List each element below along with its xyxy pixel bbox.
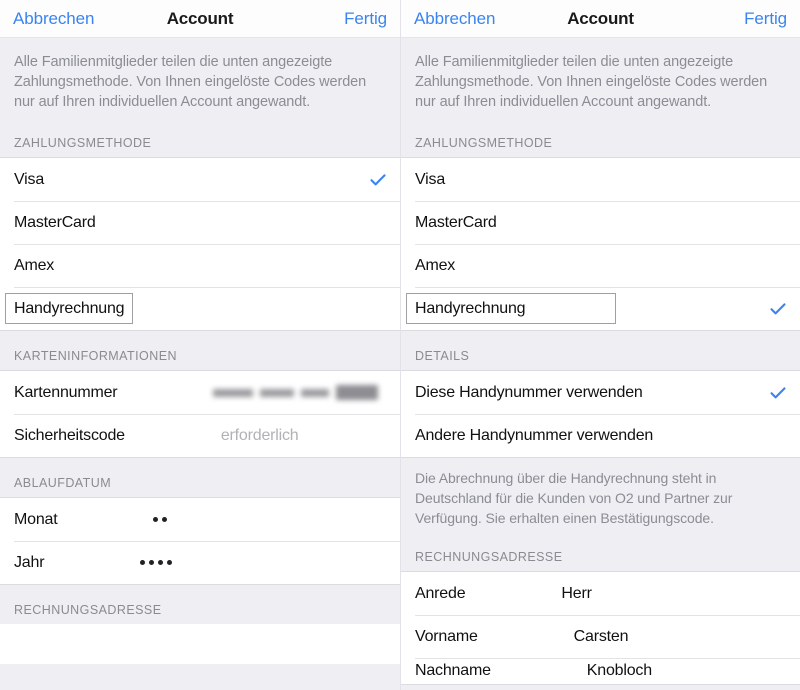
payment-method-list: Visa MasterCard Amex Handyrechnung bbox=[401, 157, 800, 331]
list-item-label: Amex bbox=[14, 257, 54, 275]
section-header-billing-address: RECHNUNGSADRESSE bbox=[0, 585, 400, 624]
row-label: Anrede bbox=[415, 585, 465, 603]
list-item-amex[interactable]: Amex bbox=[0, 244, 400, 287]
section-header-payment-method: ZAHLUNGSMETHODE bbox=[401, 118, 800, 157]
details-footer-note: Die Abrechnung über die Handyrechnung st… bbox=[401, 458, 800, 532]
list-item-visa[interactable]: Visa bbox=[401, 158, 800, 201]
list-item-use-this-number[interactable]: Diese Handynummer verwenden bbox=[401, 371, 800, 414]
payment-method-list: Visa MasterCard Amex Handyrechnung bbox=[0, 157, 400, 331]
card-information-list: Kartennummer Sicherheitscode erforderlic… bbox=[0, 370, 400, 458]
list-item-label: Handyrechnung bbox=[14, 300, 124, 318]
list-item-label: MasterCard bbox=[14, 214, 96, 232]
expiry-month-masked-value bbox=[153, 517, 167, 522]
row-expiry-month[interactable]: Monat bbox=[0, 498, 400, 541]
done-button[interactable]: Fertig bbox=[744, 9, 787, 29]
section-header-details: DETAILS bbox=[401, 331, 800, 370]
row-value: Knobloch bbox=[587, 662, 652, 680]
checkmark-icon bbox=[770, 385, 786, 401]
checkmark-icon bbox=[770, 301, 786, 317]
list-item-handyrechnung[interactable]: Handyrechnung bbox=[401, 287, 800, 330]
list-item-label: Diese Handynummer verwenden bbox=[415, 384, 643, 402]
right-screen: Abbrechen Account Fertig Alle Familienmi… bbox=[400, 0, 800, 690]
row-value: Herr bbox=[561, 585, 591, 603]
navigation-bar: Abbrechen Account Fertig bbox=[0, 0, 400, 38]
section-header-card-information: KARTENINFORMATIONEN bbox=[0, 331, 400, 370]
row-security-code[interactable]: Sicherheitscode erforderlich bbox=[0, 414, 400, 457]
list-item-label: MasterCard bbox=[415, 214, 497, 232]
intro-description: Alle Familienmitglieder teilen die unten… bbox=[401, 38, 800, 118]
intro-description: Alle Familienmitglieder teilen die unten… bbox=[0, 38, 400, 118]
card-number-redacted-value bbox=[213, 385, 378, 400]
navigation-bar: Abbrechen Account Fertig bbox=[401, 0, 800, 38]
expiry-date-list: Monat Jahr bbox=[0, 497, 400, 585]
billing-address-list: Anrede Herr Vorname Carsten Nachname Kno… bbox=[401, 571, 800, 685]
list-item-mastercard[interactable]: MasterCard bbox=[401, 201, 800, 244]
list-item-use-other-number[interactable]: Andere Handynummer verwenden bbox=[401, 414, 800, 457]
details-list: Diese Handynummer verwenden Andere Handy… bbox=[401, 370, 800, 458]
row-card-number[interactable]: Kartennummer bbox=[0, 371, 400, 414]
expiry-year-masked-value bbox=[140, 560, 172, 565]
row-expiry-year[interactable]: Jahr bbox=[0, 541, 400, 584]
row-label: Monat bbox=[14, 511, 57, 529]
billing-address-list-placeholder bbox=[0, 624, 400, 664]
list-item-label: Andere Handynummer verwenden bbox=[415, 427, 653, 445]
cancel-button[interactable]: Abbrechen bbox=[414, 9, 495, 29]
left-screen: Abbrechen Account Fertig Alle Familienmi… bbox=[0, 0, 400, 690]
dual-screenshot-container: Abbrechen Account Fertig Alle Familienmi… bbox=[0, 0, 800, 690]
section-header-expiry-date: ABLAUFDATUM bbox=[0, 458, 400, 497]
checkmark-icon bbox=[370, 172, 386, 188]
list-item-amex[interactable]: Amex bbox=[401, 244, 800, 287]
done-button[interactable]: Fertig bbox=[344, 9, 387, 29]
focus-highlight-box[interactable]: Handyrechnung bbox=[5, 293, 133, 324]
section-header-payment-method: ZAHLUNGSMETHODE bbox=[0, 118, 400, 157]
list-item-handyrechnung[interactable]: Handyrechnung bbox=[0, 287, 400, 330]
list-item-label: Handyrechnung bbox=[415, 300, 525, 318]
row-label: Sicherheitscode bbox=[14, 427, 125, 445]
row-value: Carsten bbox=[574, 628, 629, 646]
row-last-name[interactable]: Nachname Knobloch bbox=[401, 658, 800, 684]
list-item-visa[interactable]: Visa bbox=[0, 158, 400, 201]
list-item-label: Visa bbox=[14, 171, 44, 189]
row-salutation[interactable]: Anrede Herr bbox=[401, 572, 800, 615]
focus-highlight-box[interactable]: Handyrechnung bbox=[406, 293, 616, 324]
section-header-billing-address: RECHNUNGSADRESSE bbox=[401, 532, 800, 571]
list-item-label: Visa bbox=[415, 171, 445, 189]
row-label: Nachname bbox=[415, 662, 491, 680]
list-item-mastercard[interactable]: MasterCard bbox=[0, 201, 400, 244]
list-item-label: Amex bbox=[415, 257, 455, 275]
row-first-name[interactable]: Vorname Carsten bbox=[401, 615, 800, 658]
row-label: Jahr bbox=[14, 554, 44, 572]
row-label: Kartennummer bbox=[14, 384, 117, 402]
security-code-placeholder[interactable]: erforderlich bbox=[221, 427, 299, 445]
row-label: Vorname bbox=[415, 628, 478, 646]
cancel-button[interactable]: Abbrechen bbox=[13, 9, 94, 29]
